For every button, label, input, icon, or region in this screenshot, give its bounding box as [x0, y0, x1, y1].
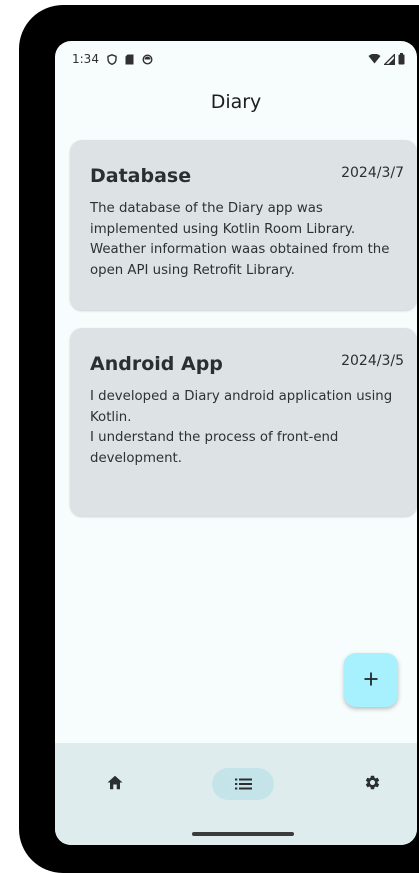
nav-home[interactable] — [95, 768, 135, 800]
gesture-navigation-handle[interactable] — [192, 832, 294, 836]
gear-icon — [364, 774, 381, 795]
sd-card-icon — [125, 54, 134, 65]
page-title: Diary — [210, 91, 262, 113]
home-icon — [107, 775, 123, 794]
status-time: 1:34 — [72, 52, 99, 66]
plus-icon — [364, 671, 378, 690]
bottom-navigation — [55, 743, 417, 845]
phone-screen: 1:34 Diary Database 2024/3/7 The databas… — [55, 41, 417, 845]
entry-body: The database of the Diary app was implem… — [90, 201, 390, 278]
phone-frame: 1:34 Diary Database 2024/3/7 The databas… — [19, 5, 419, 873]
shield-icon — [107, 53, 117, 65]
entry-date: 2024/3/7 — [341, 165, 404, 181]
add-entry-button[interactable] — [344, 653, 398, 707]
wifi-icon — [368, 54, 381, 64]
entry-date: 2024/3/5 — [341, 353, 404, 369]
diary-entry-card[interactable]: Database 2024/3/7 The database of the Di… — [70, 140, 417, 310]
entry-title: Database — [90, 165, 192, 187]
sync-icon — [142, 53, 153, 65]
nav-list[interactable] — [212, 768, 274, 800]
status-right — [368, 53, 405, 65]
page: 1:34 Diary Database 2024/3/7 The databas… — [0, 0, 419, 873]
status-left: 1:34 — [72, 52, 153, 66]
nav-settings[interactable] — [352, 768, 392, 800]
entry-body: I developed a Diary android application … — [90, 389, 393, 466]
status-bar: 1:34 — [55, 41, 417, 77]
list-icon — [234, 775, 252, 794]
diary-entry-card[interactable]: Android App 2024/3/5 I developed a Diary… — [70, 328, 417, 516]
signal-icon — [384, 53, 395, 65]
battery-icon — [398, 53, 405, 65]
entry-title: Android App — [90, 353, 223, 375]
